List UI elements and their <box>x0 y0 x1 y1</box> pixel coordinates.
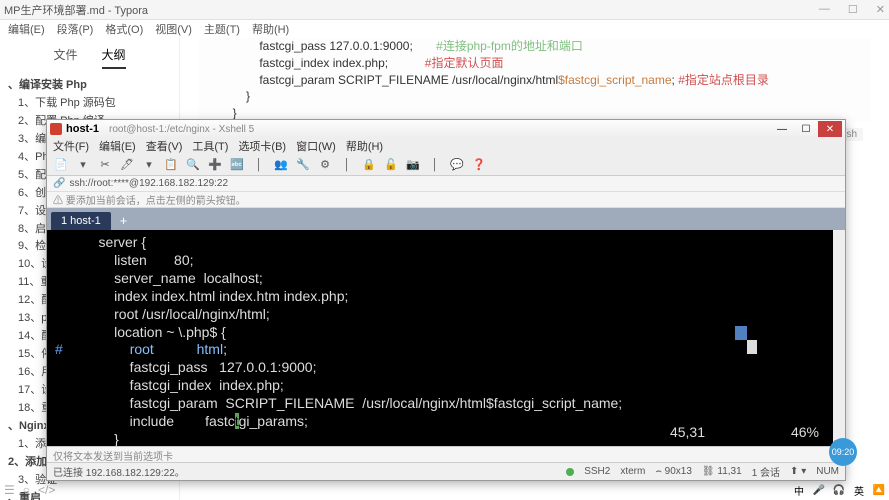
toolbar-button[interactable]: ▾ <box>141 157 157 173</box>
footer-icon-2[interactable]: ○ <box>23 483 30 497</box>
status-item: NUM <box>816 466 839 477</box>
xshell-menu-item[interactable]: 工具(T) <box>192 138 228 154</box>
tray-icon[interactable]: 🎤 <box>811 482 827 498</box>
menu-format[interactable]: 格式(O) <box>105 21 143 37</box>
xshell-menu-item[interactable]: 编辑(E) <box>99 138 136 154</box>
tray-icon[interactable]: 🔼 <box>871 482 887 498</box>
code-block: fastcgi_pass 127.0.0.1:9000; #连接php-fpm的… <box>198 38 871 122</box>
toolbar-button[interactable]: 💬 <box>449 157 465 173</box>
xshell-path: root@host-1:/etc/nginx - Xshell 5 <box>109 124 254 135</box>
xshell-max-button[interactable]: ☐ <box>794 121 818 137</box>
xshell-window: host-1 root@host-1:/etc/nginx - Xshell 5… <box>46 119 846 481</box>
footer-icon-1[interactable]: ☰ <box>4 483 15 497</box>
terminal[interactable]: # server { listen 80; server_name localh… <box>47 230 845 446</box>
close-button[interactable]: ✕ <box>876 3 885 16</box>
toolbar-button[interactable]: ➕ <box>207 157 223 173</box>
connection-dot <box>566 468 574 476</box>
xshell-close-button[interactable]: ✕ <box>818 121 842 137</box>
term-selection-1 <box>735 326 747 340</box>
tray-icon[interactable]: 英 <box>851 482 867 498</box>
xshell-menu-item[interactable]: 窗口(W) <box>296 138 336 154</box>
toolbar-button[interactable]: │ <box>339 157 355 173</box>
toolbar-button[interactable]: 📷 <box>405 157 421 173</box>
toolbar-button[interactable]: 🔤 <box>229 157 245 173</box>
typora-title-text: MP生产环境部署.md - Typora <box>4 2 148 18</box>
toolbar-button[interactable]: ▾ <box>75 157 91 173</box>
xshell-icon <box>50 123 62 135</box>
toolbar-button[interactable]: │ <box>251 157 267 173</box>
xshell-title: host-1 <box>66 123 99 135</box>
menu-paragraph[interactable]: 段落(P) <box>57 21 94 37</box>
toolbar-button[interactable]: 🖊 <box>119 157 135 173</box>
menu-edit[interactable]: 编辑(E) <box>8 21 45 37</box>
status-item: xterm <box>620 466 645 477</box>
menu-view[interactable]: 视图(V) <box>155 21 192 37</box>
status-item: SSH2 <box>584 466 610 477</box>
gutter: # <box>55 234 83 446</box>
xshell-input-hint[interactable]: 仅将文本发送到当前选项卡 <box>47 446 845 462</box>
toolbar-button[interactable]: ❓ <box>471 157 487 173</box>
status-item: ⬆ ▾ <box>790 466 806 477</box>
xshell-menu-item[interactable]: 帮助(H) <box>346 138 383 154</box>
xshell-menu-item[interactable]: 文件(F) <box>53 138 89 154</box>
sidebar-footer: ☰ ○ </> <box>4 483 55 497</box>
toolbar-button[interactable]: ⚙ <box>317 157 333 173</box>
minimize-button[interactable]: — <box>819 3 830 16</box>
typora-titlebar: MP生产环境部署.md - Typora — ☐ ✕ <box>0 0 889 20</box>
status-item: ⛓ 11,31 <box>702 466 742 477</box>
tab-outline[interactable]: 大纲 <box>102 46 126 69</box>
toolbar-button[interactable]: 🔓 <box>383 157 399 173</box>
address-text: ssh://root:****@192.168.182.129:22 <box>69 178 228 189</box>
tray-icon[interactable]: 🎧 <box>831 482 847 498</box>
toolbar-button[interactable]: 🔒 <box>361 157 377 173</box>
toolbar-button[interactable]: 📄 <box>53 157 69 173</box>
xshell-tabs: 1 host-1 + <box>47 208 845 230</box>
typora-menubar: 编辑(E) 段落(P) 格式(O) 视图(V) 主题(T) 帮助(H) <box>0 20 889 38</box>
toolbar-button[interactable]: 🔧 <box>295 157 311 173</box>
status-item: 1 会话 <box>752 464 780 479</box>
time-bubble[interactable]: 09:20 <box>829 438 857 466</box>
term-scrollbar[interactable] <box>833 230 845 446</box>
menu-theme[interactable]: 主题(T) <box>204 21 240 37</box>
xshell-tab-1[interactable]: 1 host-1 <box>51 212 111 230</box>
outline-item[interactable]: 1、下载 Php 源码包 <box>6 95 173 113</box>
xshell-min-button[interactable]: — <box>770 121 794 137</box>
window-controls: — ☐ ✕ <box>819 3 885 16</box>
system-tray: 中🎤🎧英🔼 <box>791 482 887 498</box>
menu-help[interactable]: 帮助(H) <box>252 21 289 37</box>
xshell-addressbar[interactable]: 🔗 ssh://root:****@192.168.182.129:22 <box>47 176 845 192</box>
footer-icon-3[interactable]: </> <box>38 483 55 497</box>
toolbar-button[interactable]: 📋 <box>163 157 179 173</box>
term-position: 45,31 <box>670 424 705 442</box>
term-percent: 46% <box>791 424 819 442</box>
toolbar-button[interactable]: ✂ <box>97 157 113 173</box>
status-left: 已连接 192.168.182.129:22。 <box>53 464 185 479</box>
xshell-titlebar[interactable]: host-1 root@host-1:/etc/nginx - Xshell 5… <box>47 120 845 138</box>
toolbar-button[interactable]: 🔍 <box>185 157 201 173</box>
maximize-button[interactable]: ☐ <box>848 3 858 16</box>
toolbar-button[interactable]: 👥 <box>273 157 289 173</box>
outline-item[interactable]: 、编译安装 Php <box>6 77 173 95</box>
xshell-toolbar: 📄 ▾ ✂ 🖊 ▾ 📋 🔍 ➕ 🔤 │ 👥 🔧 ⚙ │ 🔒 🔓 📷 │ 💬 ❓ <box>47 154 845 176</box>
toolbar-button[interactable]: │ <box>427 157 443 173</box>
xshell-hint: ⚠ 要添加当前会话，点击左侧的箭头按钮。 <box>47 192 845 208</box>
xshell-menu-item[interactable]: 查看(V) <box>146 138 183 154</box>
xshell-tab-add[interactable]: + <box>115 211 133 230</box>
term-selection-2 <box>747 340 757 354</box>
xshell-menubar: 文件(F) 编辑(E) 查看(V) 工具(T) 选项卡(B) 窗口(W) 帮助(H) <box>47 138 845 154</box>
link-icon: 🔗 <box>53 178 65 189</box>
tray-icon[interactable]: 中 <box>791 482 807 498</box>
status-item: ⌢ 90x13 <box>655 466 692 477</box>
tab-files[interactable]: 文件 <box>53 46 77 69</box>
xshell-menu-item[interactable]: 选项卡(B) <box>238 138 286 154</box>
xshell-statusbar: 已连接 192.168.182.129:22。 SSH2 xterm ⌢ 90x13… <box>47 462 845 480</box>
